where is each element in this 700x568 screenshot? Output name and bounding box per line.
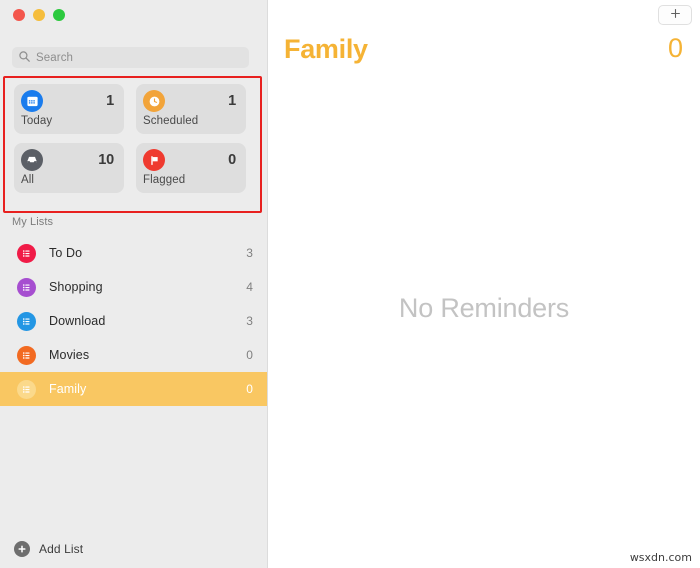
inbox-tray-icon: [21, 149, 43, 171]
smart-lists-grid: 1 Today 1 Scheduled 10 All 0 Flagged: [14, 84, 256, 193]
smart-list-flagged[interactable]: 0 Flagged: [136, 143, 246, 193]
smart-list-all[interactable]: 10 All: [14, 143, 124, 193]
plus-circle-icon: [14, 541, 30, 557]
list-bullets-icon: [17, 311, 36, 331]
list-item-label: Shopping: [49, 280, 103, 294]
flag-icon: [143, 149, 165, 171]
main-content: Family 0 No Reminders wsxdn.com: [268, 0, 700, 568]
maximize-button[interactable]: [53, 9, 65, 21]
smart-list-count: 1: [106, 93, 114, 109]
add-list-button[interactable]: Add List: [14, 541, 83, 557]
add-reminder-button[interactable]: [658, 5, 692, 25]
minimize-button[interactable]: [33, 9, 45, 21]
search-icon: [19, 49, 30, 67]
page-title: Family: [284, 34, 368, 64]
list-bullets-icon: [17, 277, 36, 297]
smart-list-label: All: [21, 174, 35, 186]
window-traffic-lights: [13, 9, 65, 21]
list-bullets-icon: [17, 379, 36, 399]
list-bullets-icon: [17, 345, 36, 365]
list-item-movies[interactable]: Movies 0: [0, 338, 267, 372]
list-item-download[interactable]: Download 3: [0, 304, 267, 338]
my-lists-header: My Lists: [12, 216, 54, 228]
list-item-family[interactable]: Family 0: [0, 372, 267, 406]
add-list-label: Add List: [39, 542, 84, 556]
calendar-icon: [21, 90, 43, 112]
smart-card-top: 1: [21, 90, 116, 112]
my-lists: To Do 3 Shopping 4 Download 3 Movies 0 F…: [0, 236, 267, 406]
clock-icon: [143, 90, 165, 112]
smart-list-count: 1: [228, 93, 236, 109]
smart-list-count: 10: [98, 152, 114, 168]
list-item-label: To Do: [49, 246, 83, 260]
list-item-count: 3: [246, 314, 253, 328]
list-item-label: Download: [49, 314, 106, 328]
reminder-count: 0: [667, 33, 683, 63]
list-item-label: Movies: [49, 348, 90, 362]
smart-card-top: 1: [143, 90, 238, 112]
smart-list-label: Today: [21, 115, 53, 127]
list-bullets-icon: [17, 243, 36, 263]
reminders-window: Search 1 Today 1 Scheduled 10 All 0 Flag…: [0, 0, 700, 568]
smart-list-scheduled[interactable]: 1 Scheduled: [136, 84, 246, 134]
list-item-count: 3: [246, 246, 253, 260]
close-button[interactable]: [13, 9, 25, 21]
search-input[interactable]: Search: [12, 47, 249, 68]
plus-icon: [670, 6, 681, 24]
smart-list-today[interactable]: 1 Today: [14, 84, 124, 134]
smart-list-count: 0: [228, 152, 236, 168]
list-item-count: 4: [246, 280, 253, 294]
search-placeholder: Search: [36, 51, 74, 64]
smart-card-top: 0: [143, 149, 238, 171]
smart-card-top: 10: [21, 149, 116, 171]
watermark: wsxdn.com: [629, 551, 692, 564]
list-item-count: 0: [246, 348, 253, 362]
list-item-shopping[interactable]: Shopping 4: [0, 270, 267, 304]
smart-list-label: Flagged: [143, 174, 186, 186]
list-item-label: Family: [49, 382, 87, 396]
sidebar: Search 1 Today 1 Scheduled 10 All 0 Flag…: [0, 0, 268, 568]
list-item-count: 0: [246, 382, 253, 396]
empty-state-message: No Reminders: [398, 293, 570, 323]
smart-list-label: Scheduled: [143, 115, 199, 127]
list-item-to-do[interactable]: To Do 3: [0, 236, 267, 270]
